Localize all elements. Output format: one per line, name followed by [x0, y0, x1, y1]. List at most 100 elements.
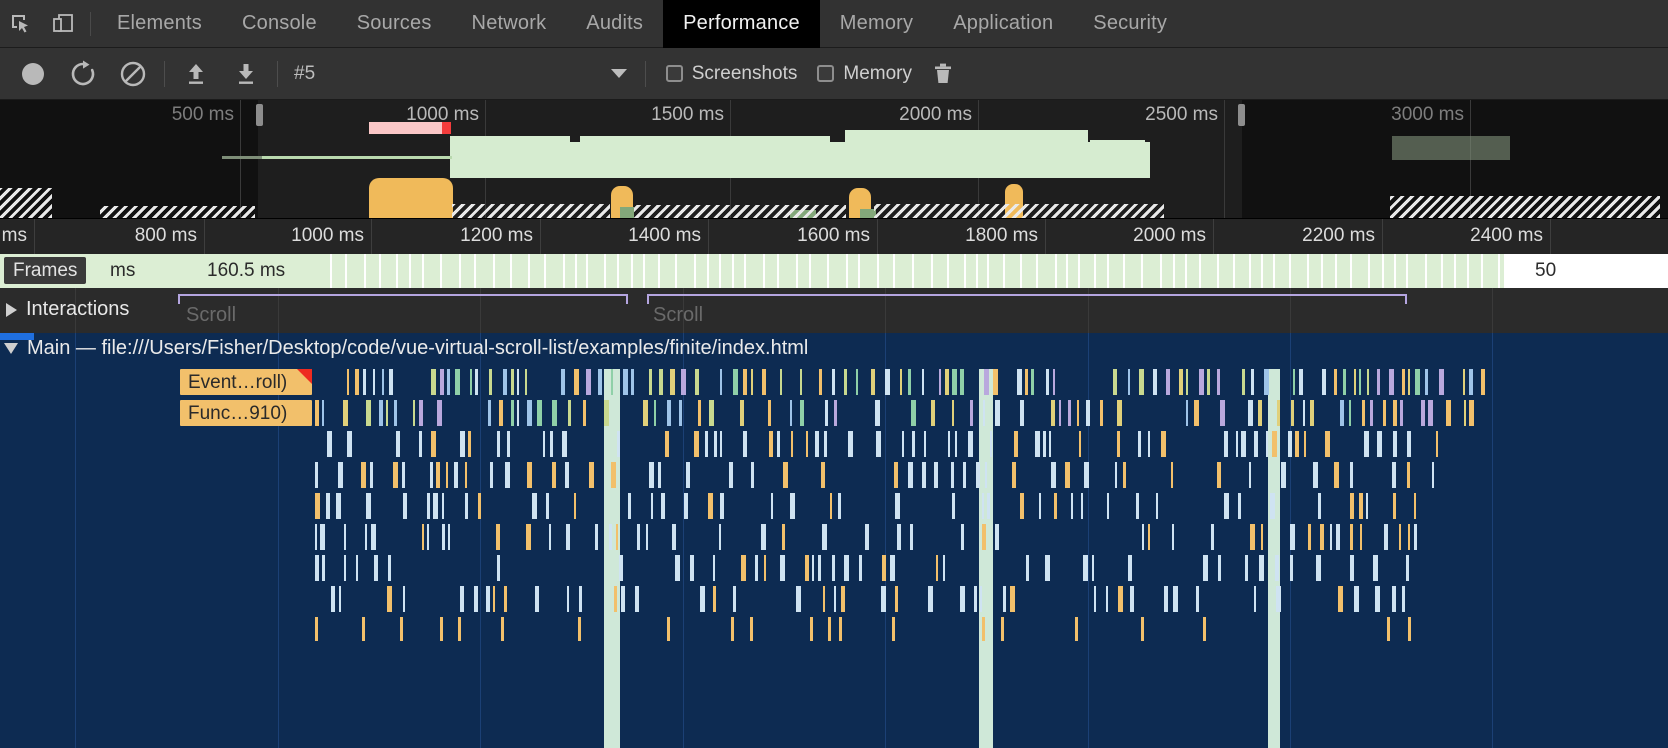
flame-bar[interactable]: [499, 400, 503, 426]
flame-bar[interactable]: [413, 400, 415, 426]
flame-bar[interactable]: [1290, 555, 1293, 581]
flame-bar[interactable]: [568, 400, 571, 426]
flame-bar[interactable]: [526, 524, 531, 550]
flame-bar[interactable]: [911, 400, 916, 426]
flame-bar[interactable]: [1463, 369, 1465, 395]
flame-bar[interactable]: [895, 493, 900, 519]
flame-bar[interactable]: [552, 400, 557, 426]
flame-bar[interactable]: [447, 369, 450, 395]
flame-bar[interactable]: [436, 462, 440, 488]
flame-bar[interactable]: [1217, 369, 1220, 395]
flame-bar[interactable]: [1264, 369, 1269, 395]
collect-garbage-button[interactable]: [918, 48, 968, 100]
flame-bar[interactable]: [1049, 431, 1051, 457]
flame-bar[interactable]: [1362, 400, 1365, 426]
overview-selection-handle-right[interactable]: [1238, 104, 1245, 126]
flame-bar[interactable]: [1199, 369, 1204, 395]
flame-bar[interactable]: [543, 431, 545, 457]
flame-bar[interactable]: [1408, 617, 1411, 641]
screenshots-checkbox-group[interactable]: Screenshots: [652, 63, 804, 85]
flame-bar[interactable]: [1118, 586, 1123, 612]
flame-bar[interactable]: [1171, 462, 1173, 488]
flame-bar[interactable]: [963, 462, 966, 488]
flame-bar[interactable]: [695, 369, 699, 395]
flame-bar[interactable]: [1389, 369, 1394, 395]
flame-bar[interactable]: [1117, 400, 1122, 426]
flame-bar[interactable]: [496, 524, 500, 550]
flame-bar[interactable]: [743, 369, 747, 395]
flame-bar[interactable]: [347, 369, 349, 395]
flame-bar[interactable]: [838, 493, 841, 519]
flame-bar[interactable]: [1242, 369, 1245, 395]
flame-bar[interactable]: [1075, 617, 1078, 641]
flame-bar[interactable]: [535, 586, 539, 612]
flame-bar[interactable]: [939, 369, 941, 395]
flame-bar[interactable]: [812, 555, 814, 581]
flame-bar[interactable]: [388, 555, 391, 581]
flame-bar[interactable]: [373, 369, 375, 395]
flame-bar[interactable]: [908, 369, 911, 395]
flame-bar[interactable]: [900, 369, 902, 395]
flame-bar[interactable]: [326, 493, 330, 519]
flame-bar[interactable]: [1043, 431, 1046, 457]
flame-bar[interactable]: [503, 369, 507, 395]
flame-bar[interactable]: [460, 431, 465, 457]
flame-bar[interactable]: [631, 369, 634, 395]
flame-bar[interactable]: [658, 462, 661, 488]
flame-bar[interactable]: [1156, 493, 1158, 519]
flame-bar[interactable]: [936, 555, 938, 581]
flame-bar[interactable]: [1115, 462, 1117, 488]
flame-bar[interactable]: [598, 369, 602, 395]
flame-bar[interactable]: [1186, 400, 1188, 426]
flame-bar[interactable]: [517, 369, 519, 395]
interaction-bar[interactable]: [178, 294, 628, 304]
flame-bar[interactable]: [1130, 586, 1134, 612]
flame-bar[interactable]: [1414, 524, 1417, 550]
flame-bar[interactable]: [1350, 524, 1353, 550]
flame-bar[interactable]: [430, 462, 433, 488]
flame-bar[interactable]: [952, 400, 954, 426]
flame-bar[interactable]: [366, 493, 371, 519]
flame-bar[interactable]: [497, 431, 500, 457]
flame-bar[interactable]: [910, 524, 913, 550]
flame-bar[interactable]: [856, 369, 858, 395]
flame-bar[interactable]: [1248, 400, 1253, 426]
flame-bar[interactable]: [1179, 369, 1183, 395]
flame-bar[interactable]: [1211, 524, 1214, 550]
flame-bar[interactable]: [1203, 617, 1206, 641]
flame-bar[interactable]: [315, 462, 318, 488]
flame-bar[interactable]: [714, 431, 717, 457]
frames-track[interactable]: Frames ms 160.5 ms 50: [0, 254, 1668, 288]
flame-bar[interactable]: [751, 369, 753, 395]
flame-bar[interactable]: [1407, 431, 1411, 457]
flame-bar[interactable]: [1081, 493, 1083, 519]
flame-bar[interactable]: [720, 493, 724, 519]
flame-bar[interactable]: [1068, 400, 1071, 426]
flame-bar[interactable]: [729, 462, 733, 488]
flame-bar[interactable]: [511, 400, 514, 426]
flame-bar[interactable]: [841, 586, 845, 612]
flame-bar[interactable]: [1249, 462, 1251, 488]
flame-bar[interactable]: [771, 493, 773, 519]
flame-bar[interactable]: [437, 400, 442, 426]
save-profile-icon[interactable]: [221, 48, 271, 100]
flame-bar[interactable]: [1338, 586, 1343, 612]
flame-bar[interactable]: [654, 400, 656, 426]
flame-bar[interactable]: [1469, 369, 1473, 395]
flame-bar[interactable]: [768, 400, 771, 426]
flame-bar[interactable]: [740, 400, 744, 426]
flame-bar[interactable]: [875, 400, 880, 426]
flame-bar[interactable]: [698, 400, 701, 426]
flame-bar[interactable]: [315, 400, 319, 426]
flame-bar[interactable]: [374, 555, 378, 581]
flame-bar[interactable]: [777, 431, 780, 457]
flame-bar[interactable]: [343, 400, 348, 426]
flame-bar[interactable]: [649, 462, 654, 488]
flame-bar[interactable]: [743, 431, 747, 457]
flame-bar[interactable]: [402, 462, 405, 488]
flame-bar[interactable]: [1384, 524, 1388, 550]
flame-bar[interactable]: [1354, 586, 1359, 612]
flame-bar[interactable]: [659, 369, 663, 395]
flame-bar[interactable]: [672, 524, 676, 550]
flame-bar[interactable]: [819, 369, 822, 395]
